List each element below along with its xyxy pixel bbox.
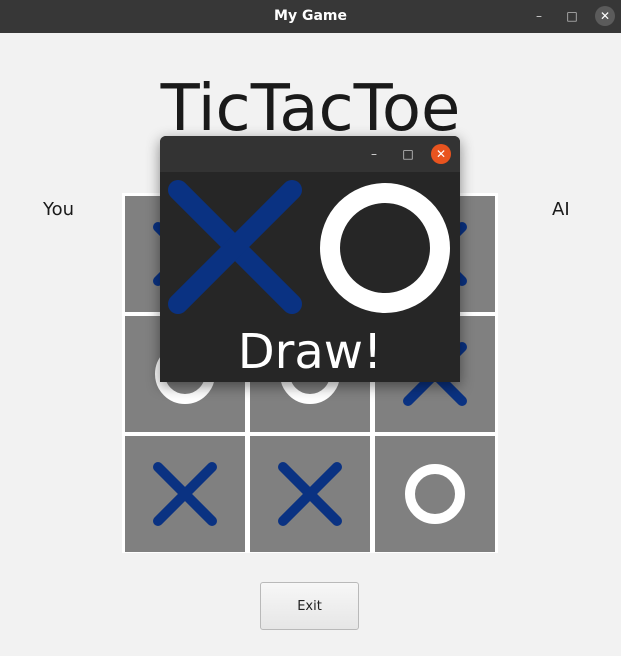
x-mark-icon [278, 462, 342, 526]
x-mark-icon [168, 180, 302, 314]
minimize-icon[interactable]: – [364, 144, 384, 164]
exit-button[interactable]: Exit [260, 582, 359, 630]
close-icon[interactable]: ✕ [431, 144, 451, 164]
opponent-label: AI [552, 199, 570, 220]
result-text: Draw! [237, 324, 383, 380]
o-mark-icon [405, 464, 465, 524]
dialog-titlebar: – □ ✕ [160, 136, 460, 172]
result-dialog: – □ ✕ Draw! [160, 136, 460, 382]
board-cell[interactable] [250, 436, 370, 552]
maximize-icon[interactable]: □ [398, 144, 418, 164]
game-heading: TicTacToe [160, 72, 461, 146]
o-mark-icon [320, 183, 450, 313]
close-icon[interactable]: ✕ [595, 6, 615, 26]
player-label: You [43, 199, 75, 220]
minimize-icon[interactable]: – [529, 6, 549, 26]
x-mark-icon [153, 462, 217, 526]
window-title: My Game [274, 8, 347, 24]
board-cell[interactable] [125, 436, 245, 552]
maximize-icon[interactable]: □ [562, 6, 582, 26]
window-titlebar: My Game – □ ✕ [0, 0, 621, 33]
board-cell[interactable] [375, 436, 495, 552]
